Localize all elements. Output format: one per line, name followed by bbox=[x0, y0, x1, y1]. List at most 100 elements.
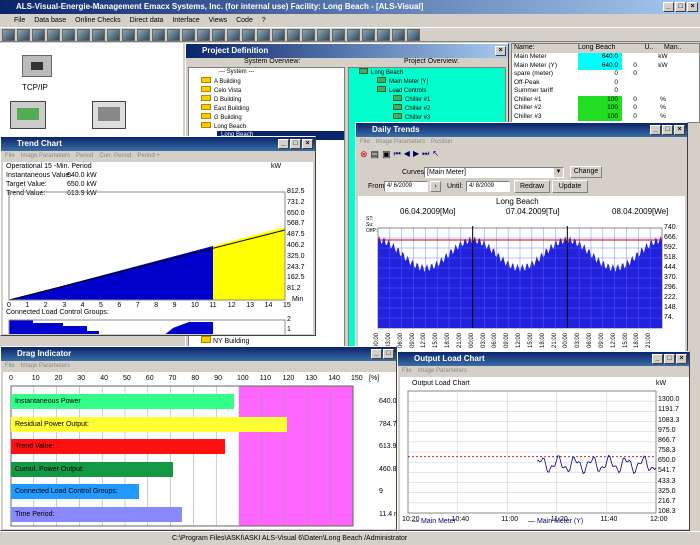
update-button[interactable]: Update bbox=[552, 180, 588, 193]
maximize-button[interactable]: □ bbox=[675, 2, 686, 12]
daily-min-button[interactable]: _ bbox=[650, 125, 661, 135]
print-icon[interactable]: ▤ bbox=[371, 149, 380, 160]
menu-code[interactable]: Code bbox=[236, 17, 253, 24]
network-device-icon[interactable] bbox=[22, 55, 52, 77]
print-icon[interactable] bbox=[17, 29, 30, 41]
project-tree-item[interactable]: Long Beach bbox=[349, 68, 505, 77]
table-row[interactable]: Main Meter 640.0 kW bbox=[512, 53, 699, 62]
change-button[interactable]: Change bbox=[570, 166, 602, 178]
menu-views[interactable]: Views bbox=[209, 17, 228, 24]
reload-icon[interactable] bbox=[32, 29, 45, 41]
door-icon[interactable] bbox=[107, 29, 120, 41]
table-row[interactable]: spare (meter) 0 0 bbox=[512, 70, 699, 79]
search-icon[interactable] bbox=[47, 29, 60, 41]
tree-item[interactable]: --- System --- bbox=[189, 68, 344, 77]
close-button[interactable]: × bbox=[687, 2, 698, 12]
project-tree-item[interactable]: Chiller #1 bbox=[349, 95, 505, 104]
project-tree-item[interactable]: Chiller #3 bbox=[349, 113, 505, 122]
user-icon[interactable] bbox=[197, 29, 210, 41]
trend-menu-next[interactable]: Period + bbox=[137, 153, 160, 159]
graph-icon[interactable] bbox=[287, 29, 300, 41]
tree-item[interactable]: Celo Vista bbox=[189, 86, 344, 95]
check-icon[interactable] bbox=[317, 29, 330, 41]
tree-item[interactable]: D Building bbox=[189, 95, 344, 104]
tree-item[interactable]: G Building bbox=[189, 113, 344, 122]
help-icon[interactable] bbox=[92, 29, 105, 41]
output-menu-file[interactable]: File bbox=[402, 368, 412, 374]
from-next-button[interactable]: › bbox=[430, 181, 441, 192]
project-tree-item[interactable]: Chiller #2 bbox=[349, 104, 505, 113]
output-min-button[interactable]: _ bbox=[652, 354, 663, 364]
col-value-header[interactable]: Long Beach bbox=[578, 44, 634, 53]
trend-close-button[interactable]: × bbox=[302, 139, 313, 149]
output-menu-image[interactable]: Image Parameters bbox=[418, 368, 467, 374]
chart-icon[interactable] bbox=[122, 29, 135, 41]
trend-menu-file[interactable]: File bbox=[5, 153, 15, 159]
tree-item[interactable]: Long Beach bbox=[189, 122, 344, 131]
last-icon[interactable]: ⏭ bbox=[422, 149, 429, 160]
next-icon[interactable]: ▶ bbox=[413, 149, 419, 160]
menu-online-checks[interactable]: Online Checks bbox=[75, 17, 121, 24]
chevron-down-icon[interactable]: ▼ bbox=[554, 168, 563, 177]
daily-menu-file[interactable]: File bbox=[360, 139, 370, 145]
first-icon[interactable]: ⏮ bbox=[394, 149, 401, 160]
daily-close-button[interactable]: × bbox=[674, 125, 685, 135]
prev-icon[interactable]: ◀ bbox=[404, 149, 410, 160]
daily-max-button[interactable]: □ bbox=[662, 125, 673, 135]
drag-max-button[interactable]: □ bbox=[383, 349, 394, 359]
menu-interface[interactable]: Interface bbox=[172, 17, 199, 24]
drag-menu-file[interactable]: File bbox=[5, 363, 15, 369]
col-manual-header[interactable]: Man.. bbox=[664, 44, 694, 53]
trend-menu-period[interactable]: Period bbox=[76, 153, 93, 159]
table-row[interactable]: Main Meter (Y) 640.0 0 kW bbox=[512, 61, 699, 70]
table-icon[interactable] bbox=[302, 29, 315, 41]
calc-icon[interactable] bbox=[167, 29, 180, 41]
daily-menu-image[interactable]: Image Parameters bbox=[376, 139, 425, 145]
col-name-header[interactable]: Name: bbox=[512, 44, 578, 53]
bar-icon[interactable] bbox=[137, 29, 150, 41]
daily-menu-position[interactable]: Position bbox=[431, 139, 452, 145]
stop-icon[interactable]: ⊗ bbox=[360, 149, 368, 160]
table-row[interactable]: Chiller #2 100 0% bbox=[512, 104, 699, 113]
map-icon[interactable] bbox=[152, 29, 165, 41]
project-definition-close[interactable]: × bbox=[495, 46, 506, 56]
arrow-icon[interactable] bbox=[257, 29, 270, 41]
menu-database[interactable]: Data base bbox=[34, 17, 66, 24]
lock-icon[interactable] bbox=[62, 29, 75, 41]
curves-select[interactable]: [Main Meter] ▼ bbox=[424, 167, 564, 178]
menu-direct-data[interactable]: Direct data bbox=[130, 17, 164, 24]
tree-item[interactable]: A Building bbox=[189, 77, 344, 86]
controller-device-icon[interactable] bbox=[10, 101, 46, 129]
flag-icon[interactable] bbox=[392, 29, 405, 41]
trend-min-button[interactable]: _ bbox=[278, 139, 289, 149]
output-close-button[interactable]: × bbox=[676, 354, 687, 364]
output-max-button[interactable]: □ bbox=[664, 354, 675, 364]
trend-max-button[interactable]: □ bbox=[290, 139, 301, 149]
meter-device-icon[interactable] bbox=[92, 101, 126, 129]
list-icon[interactable] bbox=[182, 29, 195, 41]
meter-icon[interactable] bbox=[377, 29, 390, 41]
zoom-icon[interactable]: ↖ bbox=[432, 149, 439, 160]
project-tree-item[interactable]: Main Meter [Y] bbox=[349, 77, 505, 86]
minimize-button[interactable]: _ bbox=[663, 2, 674, 12]
clock-icon[interactable] bbox=[212, 29, 225, 41]
table-row[interactable]: Summer tariff 0 bbox=[512, 87, 699, 96]
camera-icon[interactable] bbox=[407, 29, 420, 41]
trend-menu-image[interactable]: Image Parameters bbox=[21, 153, 70, 159]
menu-help[interactable]: ? bbox=[262, 17, 266, 24]
tree-item-ny-building[interactable]: NY Building bbox=[201, 336, 249, 345]
col-unit-header[interactable]: U.. bbox=[634, 44, 664, 53]
trend-menu-curr[interactable]: Curr. Period bbox=[99, 153, 131, 159]
table-row[interactable]: Chiller #1 100 0% bbox=[512, 95, 699, 104]
project-tree-item[interactable]: Load Controls bbox=[349, 86, 505, 95]
mail-icon[interactable] bbox=[227, 29, 240, 41]
db-icon[interactable] bbox=[362, 29, 375, 41]
redraw-button[interactable]: Redraw bbox=[514, 180, 550, 193]
until-date-field[interactable]: 4/ 8/2009 bbox=[466, 181, 510, 192]
home-icon[interactable] bbox=[347, 29, 360, 41]
cancel-icon[interactable] bbox=[332, 29, 345, 41]
copy-icon[interactable]: ▣ bbox=[382, 149, 391, 160]
drag-min-button[interactable]: _ bbox=[371, 349, 382, 359]
tree-item[interactable]: East Building bbox=[189, 104, 344, 113]
from-date-field[interactable]: 4/ 6/2009 bbox=[384, 181, 428, 192]
